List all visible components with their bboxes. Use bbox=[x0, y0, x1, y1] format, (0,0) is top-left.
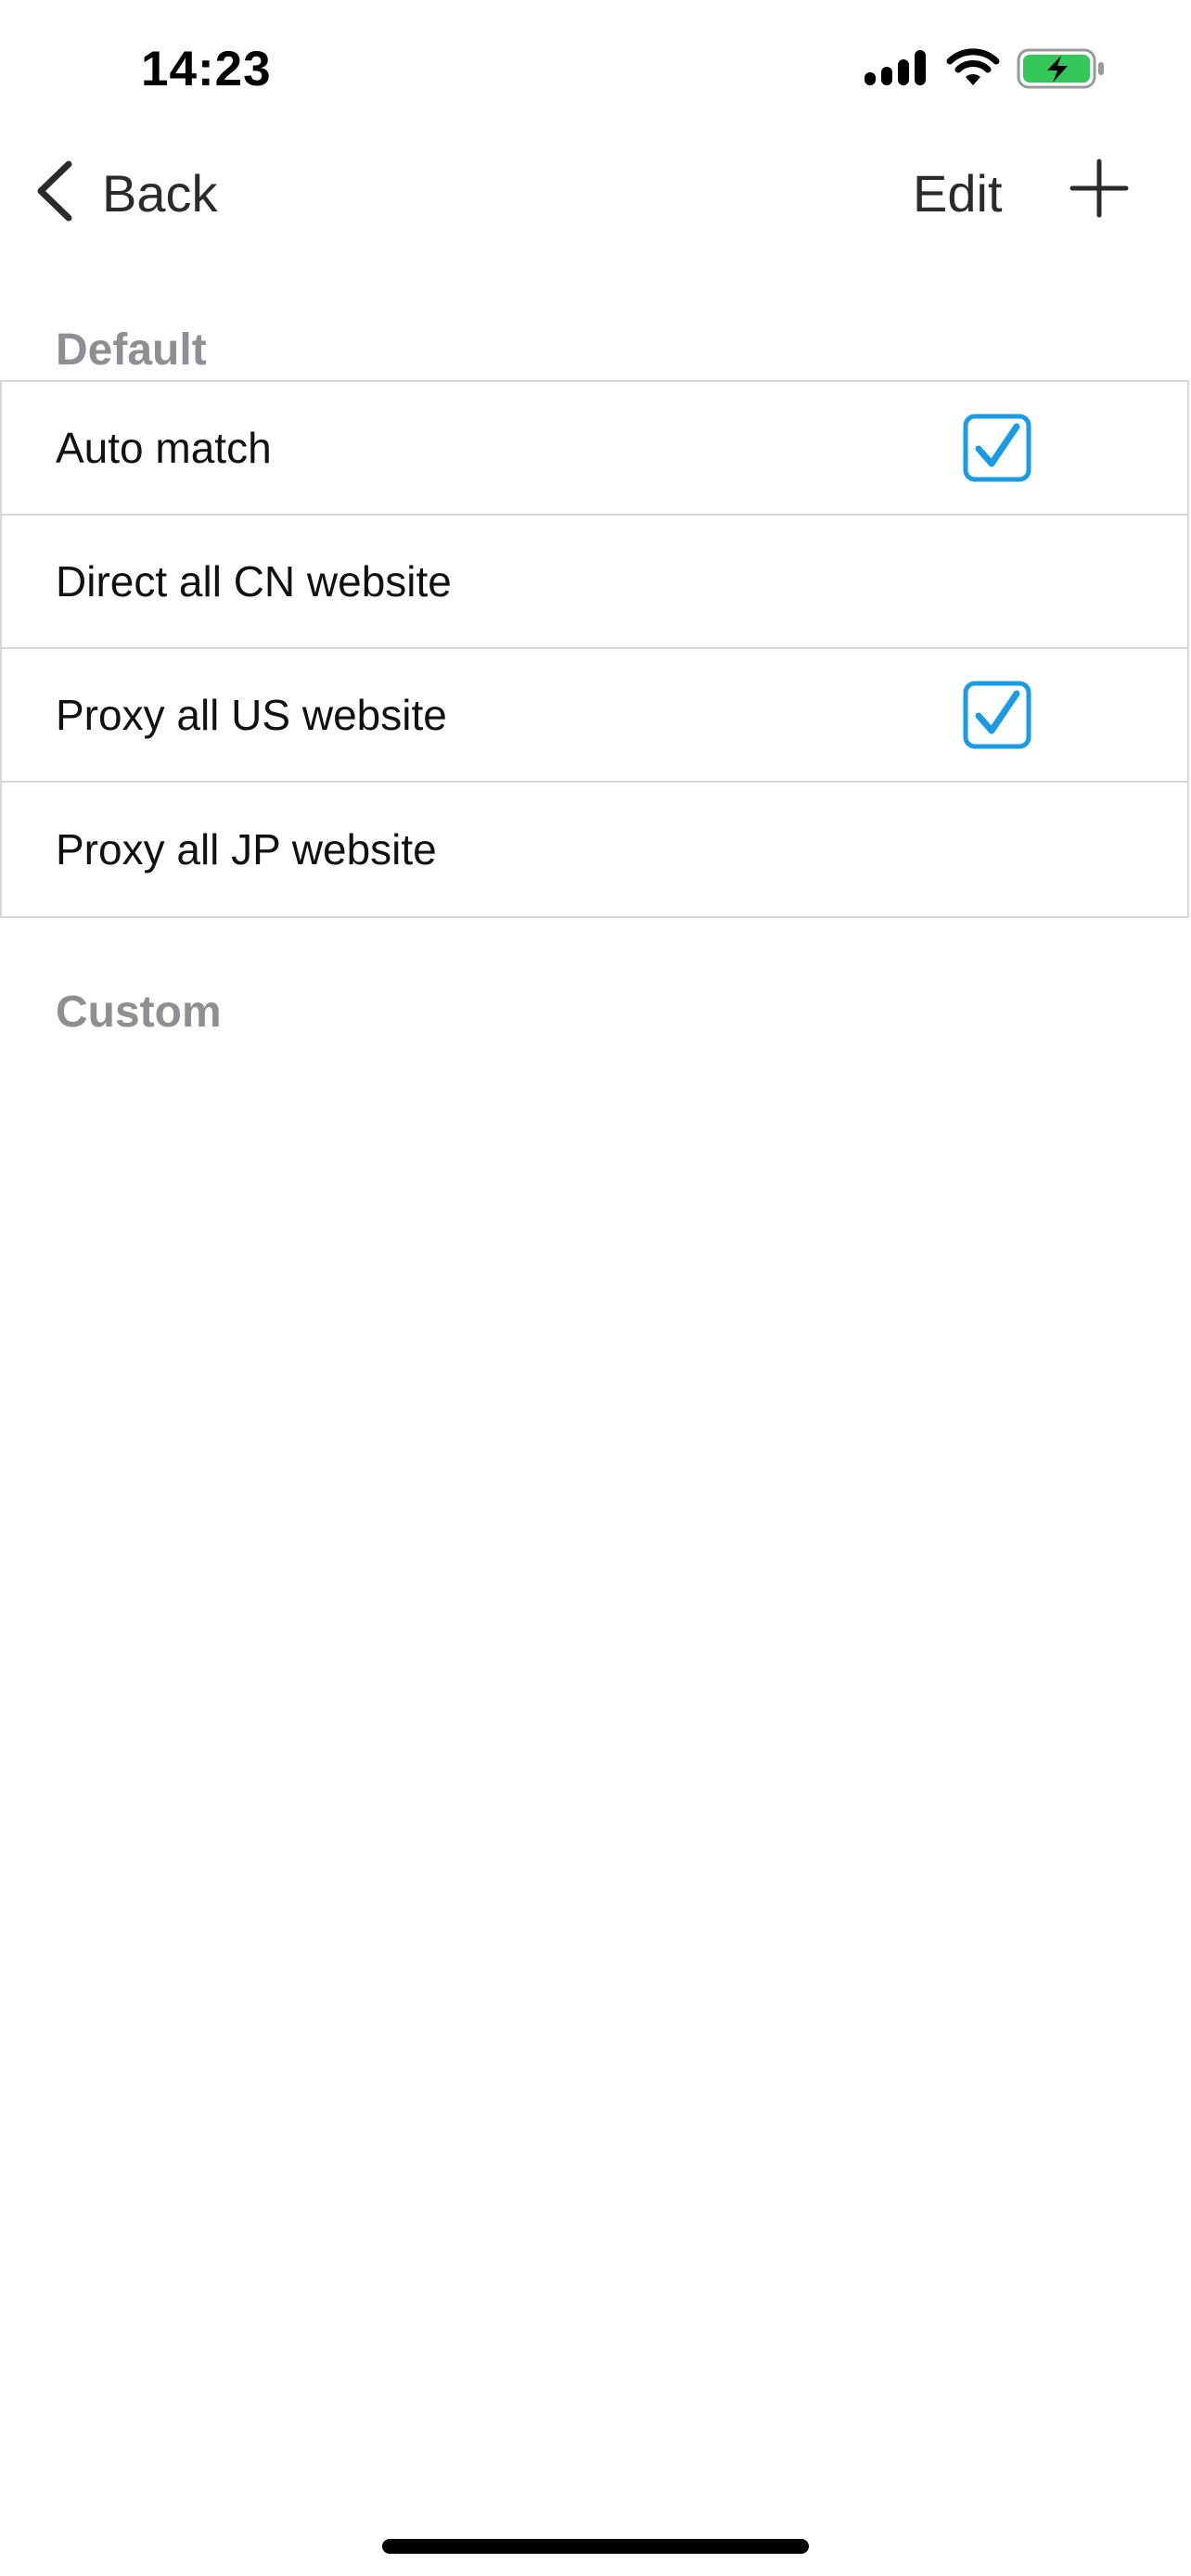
section-header-custom: Custom bbox=[56, 988, 222, 1037]
plus-icon bbox=[1069, 159, 1130, 223]
edit-button[interactable]: Edit bbox=[913, 156, 1003, 230]
row-label: Proxy all JP website bbox=[56, 825, 437, 874]
list-item[interactable]: Proxy all US website bbox=[2, 649, 1187, 783]
row-label: Direct all CN website bbox=[56, 557, 452, 606]
status-time: 14:23 bbox=[141, 42, 272, 96]
row-label: Proxy all US website bbox=[56, 691, 447, 739]
list-item[interactable]: Auto match bbox=[2, 382, 1187, 516]
add-button[interactable] bbox=[1069, 158, 1130, 219]
battery-charging-icon bbox=[1017, 47, 1106, 95]
back-label: Back bbox=[102, 163, 218, 223]
back-button[interactable]: Back bbox=[33, 156, 218, 230]
row-label: Auto match bbox=[56, 424, 272, 472]
wifi-icon bbox=[946, 47, 1000, 94]
list-item[interactable]: Proxy all JP website bbox=[2, 783, 1187, 916]
cellular-signal-icon bbox=[864, 48, 929, 94]
section-header-default: Default bbox=[56, 325, 207, 375]
checkbox-checked-icon[interactable] bbox=[963, 681, 1031, 749]
status-icons bbox=[864, 46, 1106, 95]
list-item[interactable]: Direct all CN website bbox=[2, 516, 1187, 649]
default-rules-list: Auto match Direct all CN website Proxy a… bbox=[0, 380, 1189, 918]
checkbox-checked-icon[interactable] bbox=[963, 414, 1031, 482]
status-bar: 14:23 bbox=[0, 0, 1191, 130]
home-indicator[interactable] bbox=[382, 2539, 809, 2554]
navigation-bar: Back Edit bbox=[0, 130, 1191, 250]
chevron-left-icon bbox=[33, 159, 102, 228]
